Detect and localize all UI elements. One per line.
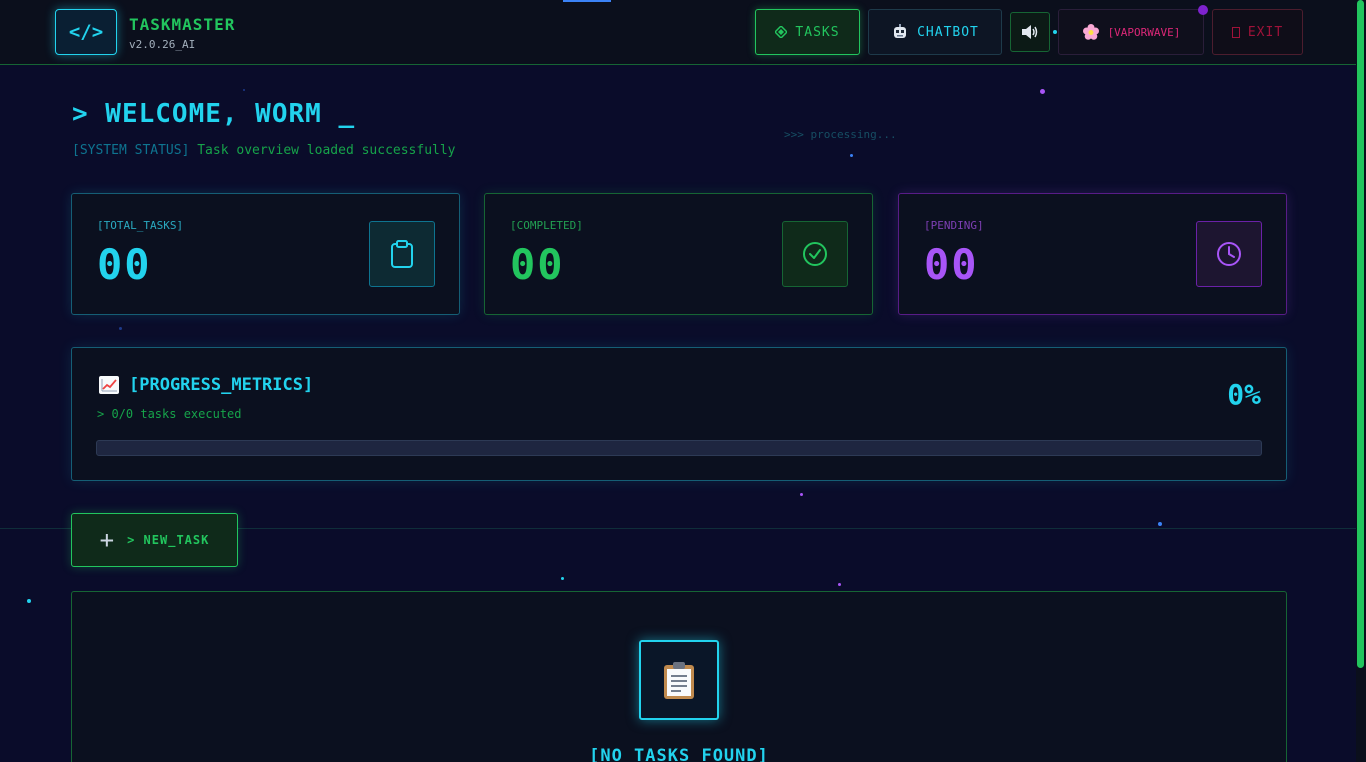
sound-toggle-button[interactable]: [1010, 12, 1050, 52]
check-circle-icon: [782, 221, 848, 287]
theme-indicator-dot: [1198, 5, 1208, 15]
total-tasks-label: [TOTAL_TASKS]: [97, 219, 184, 232]
clipboard-document-icon: [639, 640, 719, 720]
top-navbar: </> TASKMASTER v2.0.26_AI TASKS CHATBOT: [0, 0, 1356, 65]
progress-metrics-title: [PROGRESS_METRICS]: [99, 375, 313, 395]
completed-tasks-card: [COMPLETED] 00: [484, 193, 873, 315]
progress-percent: 0%: [1227, 378, 1261, 411]
system-status-line: [SYSTEM STATUS] Task overview loaded suc…: [72, 143, 456, 158]
pending-tasks-value: 00: [924, 240, 979, 289]
pending-tasks-card: [PENDING] 00: [898, 193, 1287, 315]
header-accent-line: [563, 0, 611, 2]
particle: [27, 599, 31, 603]
progress-metrics-panel: [PROGRESS_METRICS] > 0/0 tasks executed …: [71, 347, 1287, 481]
system-status-text: Task overview loaded successfully: [189, 143, 456, 158]
total-tasks-value: 00: [97, 240, 152, 289]
code-logo-icon[interactable]: </>: [55, 9, 117, 55]
particle: [561, 577, 564, 580]
exit-label: EXIT: [1247, 24, 1284, 40]
chatbot-nav-button[interactable]: CHATBOT: [868, 9, 1002, 55]
completed-tasks-value: 00: [510, 240, 565, 289]
clipboard-icon: [369, 221, 435, 287]
particle: [800, 493, 803, 496]
theme-vaporwave-button[interactable]: [VAPORWAVE]: [1058, 9, 1204, 55]
speaker-icon: [1022, 25, 1038, 39]
particle: [1040, 89, 1045, 94]
particle: [838, 583, 841, 586]
particle: [119, 327, 122, 330]
progress-title-text: [PROGRESS_METRICS]: [129, 375, 314, 395]
scrollbar-thumb[interactable]: [1357, 0, 1364, 668]
sound-indicator-dot: [1053, 30, 1057, 34]
clock-icon: [1196, 221, 1262, 287]
particle: [1158, 522, 1162, 526]
app-title: TASKMASTER: [129, 15, 236, 34]
particle: [850, 154, 853, 157]
exit-button[interactable]: EXIT: [1212, 9, 1303, 55]
system-status-tag: [SYSTEM STATUS]: [72, 143, 190, 158]
app-version: v2.0.26_AI: [129, 38, 196, 51]
robot-icon: [894, 24, 907, 38]
plus-icon: +: [99, 526, 116, 554]
new-task-label: > NEW_TASK: [127, 533, 210, 547]
particle: [243, 89, 245, 91]
new-task-button[interactable]: + > NEW_TASK: [71, 513, 238, 567]
pending-tasks-label: [PENDING]: [924, 219, 984, 232]
chart-increasing-icon: [99, 376, 119, 394]
tasks-nav-button[interactable]: TASKS: [755, 9, 860, 55]
processing-indicator: >>> processing...: [784, 128, 897, 141]
exit-icon: [1231, 26, 1240, 38]
progress-bar: [96, 440, 1262, 456]
progress-subtitle: > 0/0 tasks executed: [97, 407, 242, 421]
total-tasks-card: [TOTAL_TASKS] 00: [71, 193, 460, 315]
diamond-icon: [775, 26, 788, 38]
flower-icon: [1082, 24, 1099, 40]
completed-tasks-label: [COMPLETED]: [510, 219, 583, 232]
theme-label: [VAPORWAVE]: [1107, 25, 1181, 39]
task-list-panel: [NO TASKS FOUND]: [71, 591, 1287, 762]
tasks-nav-label: TASKS: [795, 24, 840, 40]
page-scrollbar[interactable]: [1356, 0, 1366, 762]
chatbot-nav-label: CHATBOT: [917, 24, 979, 40]
welcome-heading: > WELCOME, WORM _: [72, 99, 356, 129]
empty-state-text: [NO TASKS FOUND]: [589, 746, 769, 762]
